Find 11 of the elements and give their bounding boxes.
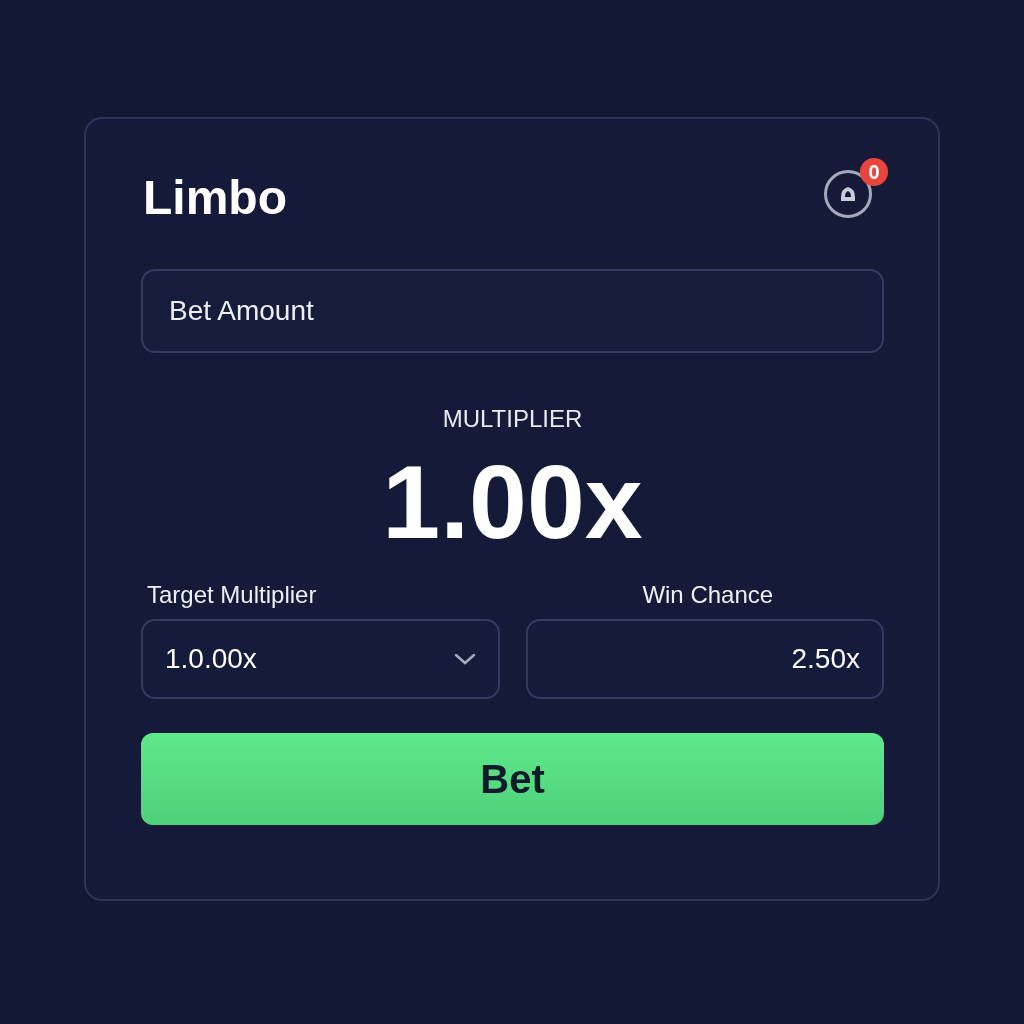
field-label: Target Multiplier (147, 581, 317, 609)
notification-badge: 0 (860, 158, 888, 186)
multiplier-label: MULTIPLIER (441, 405, 584, 433)
input-field[interactable]: 2.50x (525, 619, 884, 699)
game-title: Limbo (142, 169, 287, 225)
bet-button[interactable]: Bet (141, 733, 884, 825)
dropdown-field[interactable]: 1.0.00x (141, 619, 500, 699)
multiplier-value: 1.00x (381, 447, 644, 557)
bet-amount-field[interactable]: Bet Amount (141, 269, 884, 353)
chevron-down-icon (453, 653, 476, 665)
field-label: Win Chance (642, 581, 774, 609)
